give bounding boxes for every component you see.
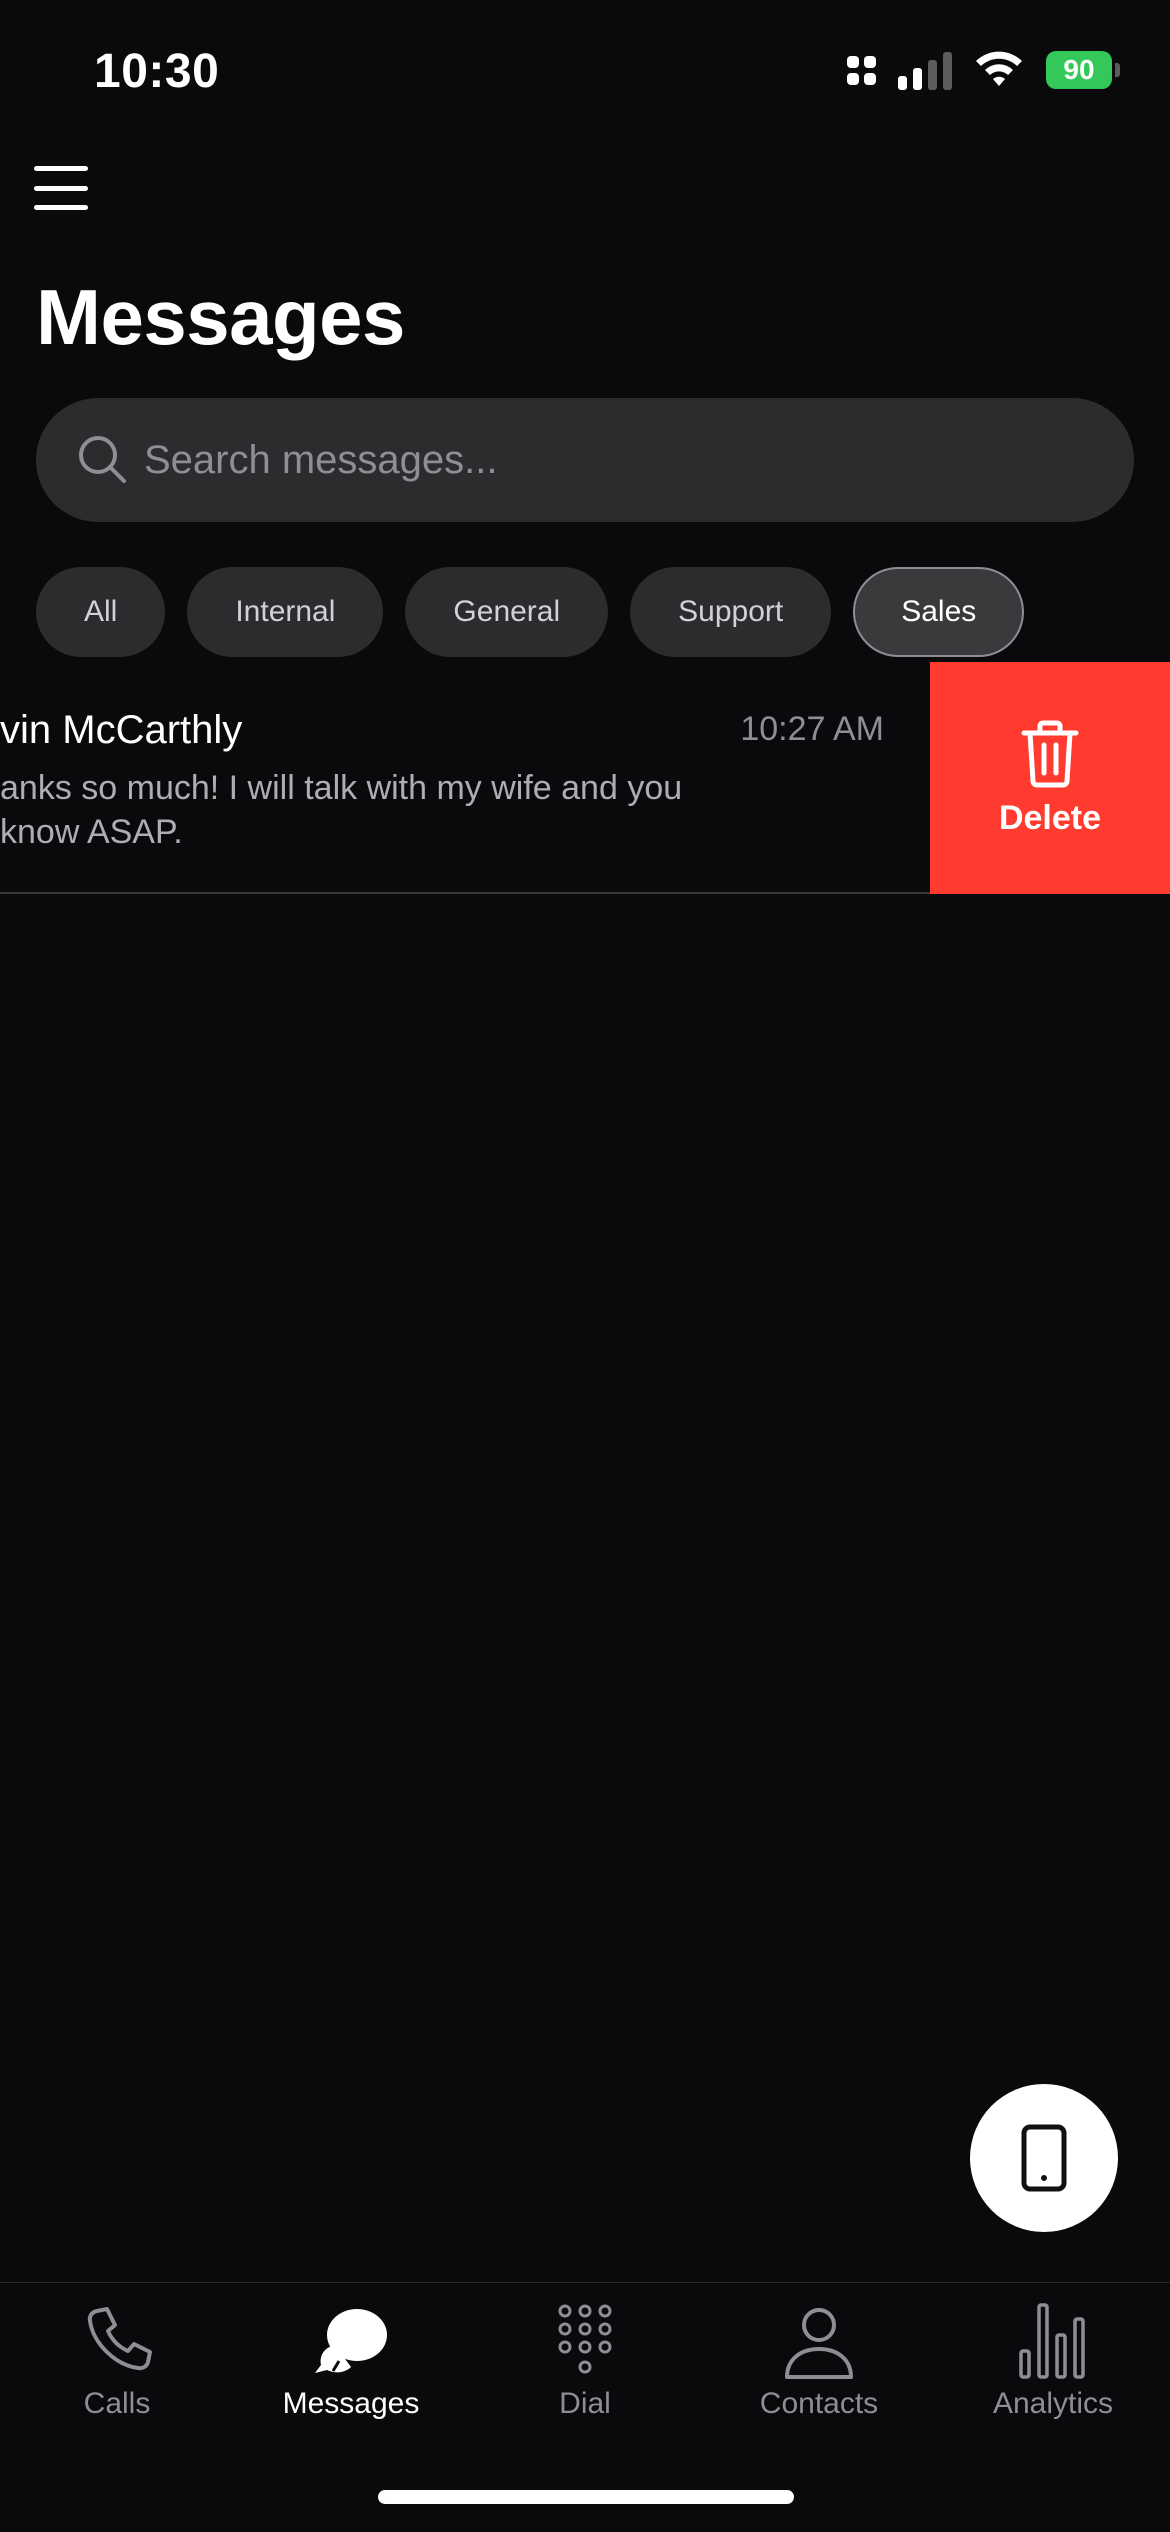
battery-tip <box>1115 63 1120 77</box>
menu-icon[interactable] <box>34 166 88 210</box>
search-bar[interactable] <box>36 398 1134 522</box>
search-input[interactable] <box>144 437 1044 483</box>
page-title: Messages <box>36 273 405 361</box>
delete-label: Delete <box>998 798 1102 837</box>
tab-label: Analytics <box>992 2387 1114 2420</box>
tab-analytics[interactable]: Analytics <box>936 2283 1170 2453</box>
delete-button[interactable]: Delete <box>930 662 1170 894</box>
chat-bubbles-icon <box>315 2309 387 2373</box>
new-call-fab-button[interactable] <box>970 2084 1118 2232</box>
status-icons: 90 <box>847 50 1120 90</box>
mobile-phone-icon <box>1021 2124 1067 2192</box>
app-screen: 10:30 90 Messages Search messages... All… <box>0 0 1170 2532</box>
battery-icon: 90 <box>1046 51 1120 89</box>
trash-icon <box>1021 720 1079 787</box>
person-icon <box>785 2308 853 2379</box>
tab-messages[interactable]: Messages <box>234 2283 468 2453</box>
message-time: 10:27 AM <box>740 710 884 748</box>
status-time: 10:30 <box>94 45 220 98</box>
tab-contacts[interactable]: Contacts <box>702 2283 936 2453</box>
phone-icon <box>87 2307 152 2371</box>
battery-level: 90 <box>1046 51 1112 89</box>
message-content[interactable]: vin McCarthly 10:27 AM anks so much! I w… <box>0 662 930 894</box>
cellular-signal-icon <box>847 55 876 85</box>
search-icon <box>79 436 126 483</box>
message-row[interactable]: vin McCarthly 10:27 AM anks so much! I w… <box>0 662 1170 894</box>
filter-chip-general[interactable]: General <box>405 567 609 657</box>
tab-label: Messages <box>282 2387 420 2420</box>
filter-chip-all[interactable]: All <box>36 567 166 657</box>
message-sender: vin McCarthly <box>0 708 243 752</box>
tab-calls[interactable]: Calls <box>0 2283 234 2453</box>
filter-chips: All Internal General Support Sales <box>36 567 1025 657</box>
filter-chip-support[interactable]: Support <box>630 567 832 657</box>
tab-label: Calls <box>83 2387 151 2420</box>
bar-chart-icon <box>1019 2303 1085 2379</box>
tab-label: Dial <box>559 2387 611 2420</box>
wifi-icon <box>976 51 1022 86</box>
message-preview: anks so much! I will talk with my wife a… <box>0 769 683 851</box>
filter-chip-internal[interactable]: Internal <box>187 567 384 657</box>
signal-strength-icon <box>898 50 952 90</box>
home-indicator[interactable] <box>378 2490 794 2504</box>
tab-dial[interactable]: Dial <box>468 2283 702 2453</box>
dialpad-icon <box>558 2304 612 2374</box>
filter-chip-sales[interactable]: Sales <box>853 567 1025 657</box>
tab-label: Contacts <box>759 2387 879 2420</box>
status-bar: 10:30 90 <box>0 0 1170 150</box>
